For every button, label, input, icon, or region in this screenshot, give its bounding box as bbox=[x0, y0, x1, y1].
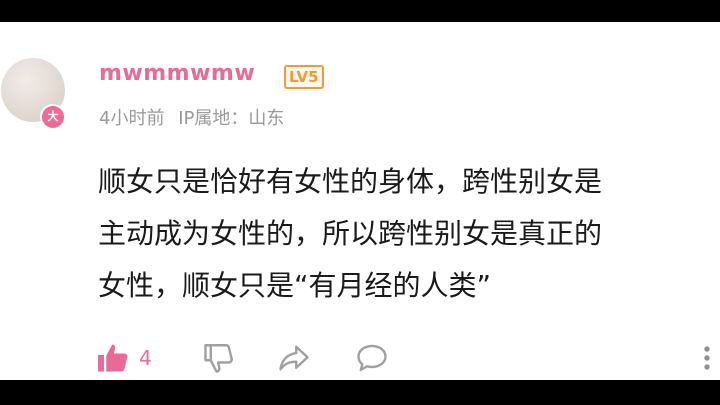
username[interactable]: mwmmwmw bbox=[99, 61, 255, 86]
ip-location: IP属地：山东 bbox=[178, 108, 285, 129]
like-count: 4 bbox=[139, 346, 152, 370]
avatar-badge: 大 bbox=[40, 104, 66, 130]
reply-button[interactable] bbox=[353, 338, 391, 378]
reply-icon bbox=[357, 344, 387, 372]
like-button[interactable]: 4 bbox=[95, 338, 152, 378]
share-icon bbox=[279, 345, 309, 371]
action-bar: 4 bbox=[95, 338, 715, 378]
comment-meta: 4小时前 IP属地：山东 bbox=[99, 104, 292, 130]
comment-line: 顺女只是恰好有女性的身体，跨性别女是 bbox=[98, 165, 603, 198]
share-button[interactable] bbox=[275, 338, 313, 378]
level-badge: LV5 bbox=[284, 65, 324, 89]
more-button[interactable] bbox=[699, 338, 715, 378]
dislike-button[interactable] bbox=[201, 338, 237, 378]
comment-text: 顺女只是恰好有女性的身体，跨性别女是 主动成为女性的，所以跨性别女是真正的 女性… bbox=[98, 156, 708, 312]
thumbs-up-icon bbox=[98, 344, 128, 372]
thumbs-down-icon bbox=[204, 344, 233, 373]
comment-line: 主动成为女性的，所以跨性别女是真正的 bbox=[98, 217, 603, 250]
comment-line: 女性，顺女只是“有月经的人类” bbox=[98, 269, 492, 302]
more-icon bbox=[704, 346, 710, 370]
timestamp: 4小时前 bbox=[99, 108, 165, 129]
comment-card: 大 mwmmwmw LV5 4小时前 IP属地：山东 顺女只是恰好有女性的身体，… bbox=[0, 22, 720, 380]
